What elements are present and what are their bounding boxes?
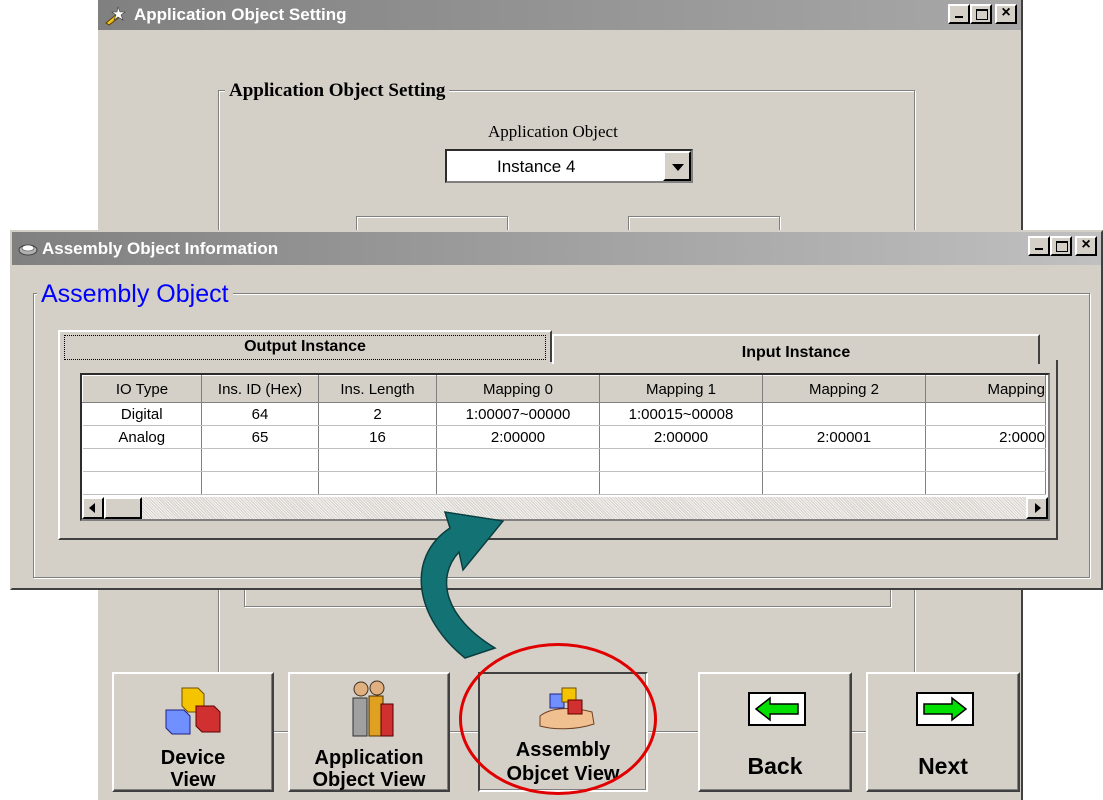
table-cell — [599, 448, 763, 472]
table-cell — [762, 448, 926, 472]
application-object-combo[interactable]: Instance 4 — [445, 149, 693, 183]
arrow-right-icon — [1035, 503, 1041, 513]
table-cell: Digital — [82, 402, 202, 426]
column-header[interactable]: Ins. Length — [318, 375, 437, 403]
column-header[interactable]: Mapping 0 — [436, 375, 600, 403]
table-cell — [201, 471, 319, 495]
column-header[interactable]: Mapping 1 — [599, 375, 763, 403]
minimize-button[interactable] — [948, 4, 970, 24]
scroll-right-button[interactable] — [1026, 497, 1048, 519]
minimize-icon — [1035, 248, 1043, 250]
instance-grid[interactable]: IO Type Ins. ID (Hex) Ins. Length Mappin… — [80, 373, 1050, 521]
arrow-left-icon — [748, 692, 806, 726]
table-cell: 1:00015~00008 — [599, 402, 763, 426]
button-label-line2: Object View — [312, 769, 426, 791]
table-row[interactable]: Analog 65 16 2:00000 2:00000 2:00001 2:0… — [82, 425, 1046, 449]
maximize-button[interactable] — [970, 4, 992, 24]
table-cell: 2:00000 — [436, 425, 600, 449]
table-cell — [318, 448, 437, 472]
maximize-button[interactable] — [1050, 236, 1072, 256]
table-cell: 2:00000 — [599, 425, 763, 449]
table-cell — [925, 402, 1046, 426]
device-view-button[interactable]: Device View — [112, 672, 274, 792]
app-object-group-title: Application Object Setting — [225, 80, 450, 102]
assembly-object-information-window: Assembly Object Information × Assembly O… — [10, 230, 1103, 590]
maximize-icon — [976, 9, 988, 20]
table-cell — [925, 471, 1046, 495]
table-cell: Analog — [82, 425, 202, 449]
minimize-icon — [955, 16, 963, 18]
close-button[interactable]: × — [1075, 236, 1097, 256]
cubes-icon — [165, 687, 221, 735]
bg-window-title: Application Object Setting — [134, 5, 347, 24]
close-icon: × — [1081, 236, 1091, 253]
next-label: Next — [918, 753, 968, 779]
table-cell — [762, 471, 926, 495]
button-label-line1: Application — [314, 747, 424, 769]
table-header-row: IO Type Ins. ID (Hex) Ins. Length Mappin… — [82, 375, 1046, 403]
scroll-left-button[interactable] — [82, 497, 104, 519]
column-header[interactable]: Mapping — [925, 375, 1046, 403]
maximize-icon — [1056, 241, 1068, 252]
table-cell: 1:00007~00000 — [436, 402, 600, 426]
table-cell: 16 — [318, 425, 437, 449]
arrow-right-icon — [916, 692, 974, 726]
table-cell — [599, 471, 763, 495]
horizontal-scrollbar[interactable] — [82, 497, 1048, 519]
instance-table: IO Type Ins. ID (Hex) Ins. Length Mappin… — [82, 375, 1046, 495]
table-row[interactable] — [82, 448, 1046, 472]
application-object-label: Application Object — [488, 122, 618, 141]
fg-window-title: Assembly Object Information — [42, 238, 279, 258]
curved-arrow-annotation — [420, 511, 505, 659]
arrow-left-icon — [89, 503, 95, 513]
close-icon: × — [1001, 4, 1011, 21]
fg-window-titlebar: Assembly Object Information × — [12, 232, 1101, 265]
highlight-circle — [459, 643, 657, 795]
combo-dropdown-button[interactable] — [663, 151, 691, 181]
tab-focus-rect — [64, 335, 546, 360]
chevron-down-icon — [672, 164, 684, 171]
people-icon — [352, 680, 394, 737]
minimize-button[interactable] — [1028, 236, 1050, 256]
table-cell — [762, 402, 926, 426]
column-header[interactable]: Mapping 2 — [762, 375, 926, 403]
combo-value: Instance 4 — [497, 157, 576, 176]
bg-window-titlebar: Application Object Setting × — [98, 0, 1021, 30]
table-cell: 65 — [201, 425, 319, 449]
wand-icon — [105, 5, 126, 26]
application-object-view-button[interactable]: Application Object View — [288, 672, 450, 792]
tab-label: Input Instance — [741, 344, 851, 361]
table-cell: 2 — [318, 402, 437, 426]
tray-icon — [18, 244, 38, 255]
tab-output-instance[interactable]: Output Instance — [58, 330, 552, 362]
back-button[interactable]: Back — [698, 672, 852, 792]
button-label-line2: View — [170, 769, 216, 791]
table-cell — [82, 471, 202, 495]
column-header[interactable]: IO Type — [82, 375, 202, 403]
table-row[interactable] — [82, 471, 1046, 495]
next-button[interactable]: Next — [866, 672, 1020, 792]
table-cell: 2:00001 — [762, 425, 926, 449]
assembly-object-group-title: Assembly Object — [37, 280, 233, 309]
column-header[interactable]: Ins. ID (Hex) — [201, 375, 319, 403]
table-cell — [436, 448, 600, 472]
table-row[interactable]: Digital 64 2 1:00007~00000 1:00015~00008 — [82, 402, 1046, 426]
table-cell: 64 — [201, 402, 319, 426]
table-cell — [201, 448, 319, 472]
button-label-line1: Device — [160, 747, 226, 769]
table-cell — [82, 448, 202, 472]
close-button[interactable]: × — [995, 4, 1017, 24]
table-cell: 2:0000 — [925, 425, 1046, 449]
table-cell — [925, 448, 1046, 472]
back-label: Back — [747, 753, 803, 779]
scroll-thumb[interactable] — [104, 497, 142, 519]
